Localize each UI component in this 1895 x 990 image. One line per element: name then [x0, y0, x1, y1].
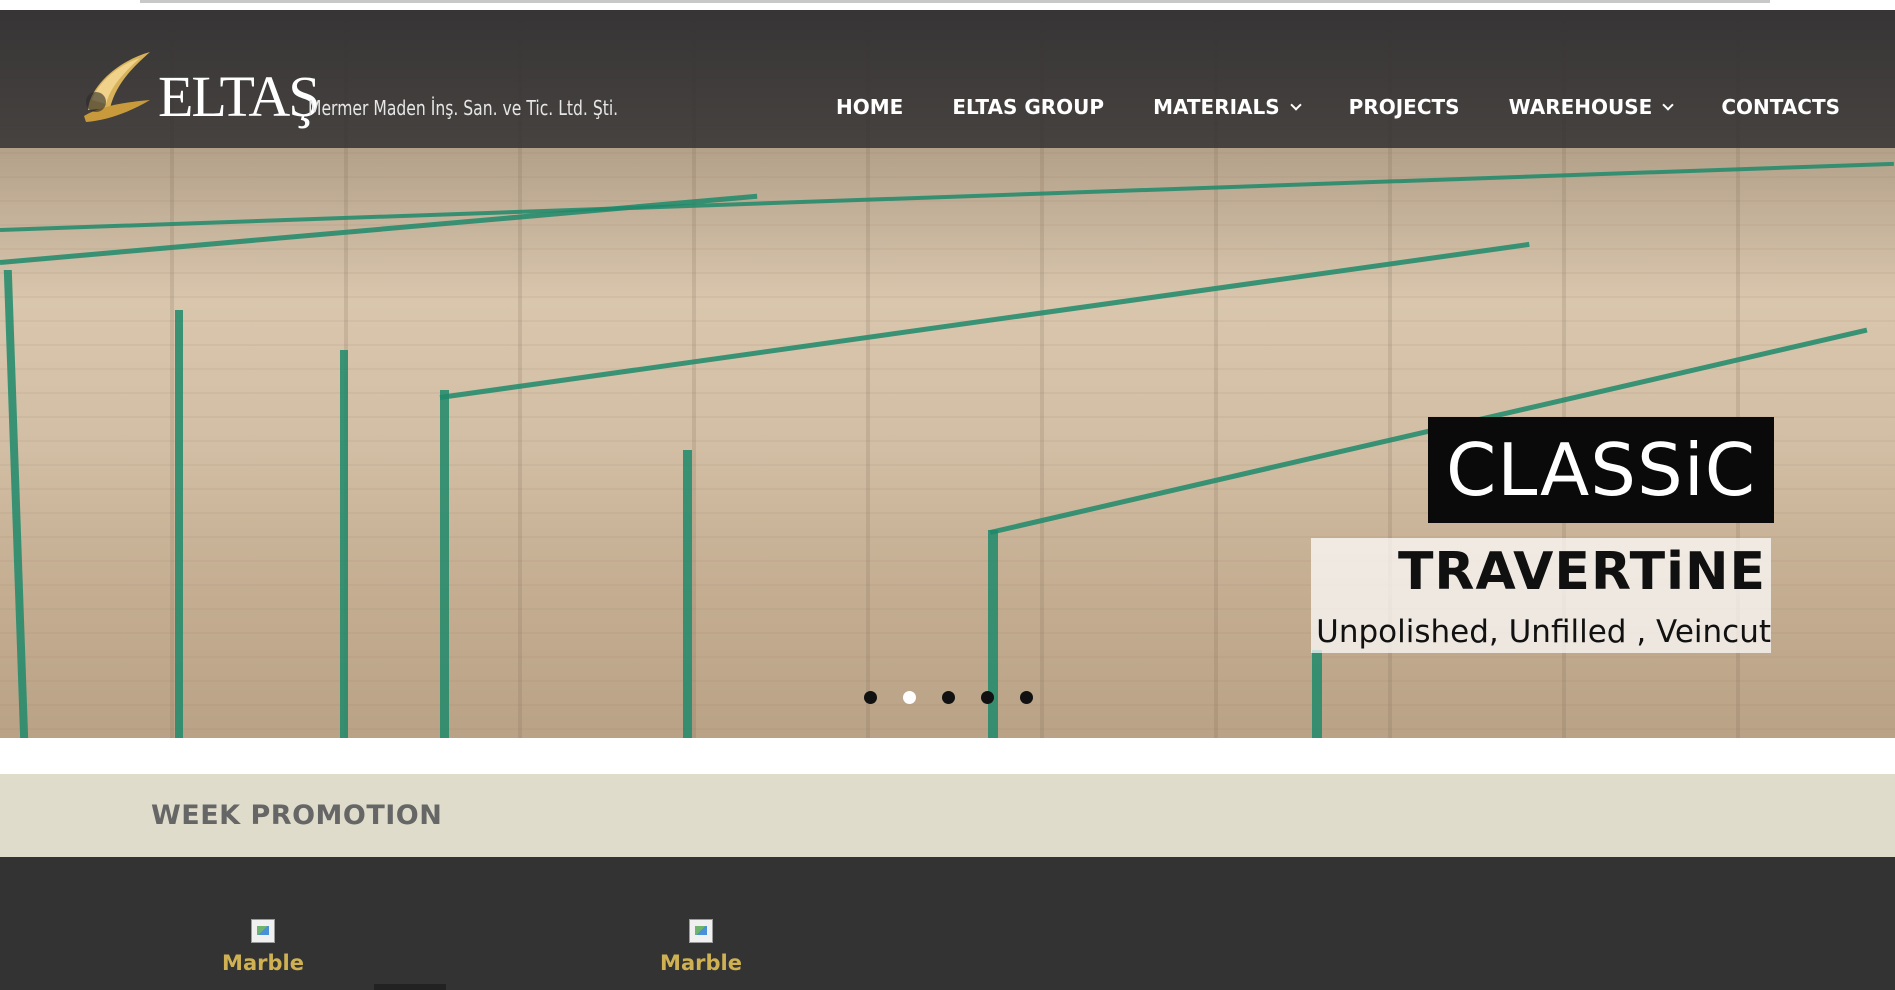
- promo-card-label: Marble: [660, 951, 742, 975]
- strap-decoration: [683, 450, 692, 738]
- nav-warehouse[interactable]: WAREHOUSE: [1508, 95, 1674, 119]
- promo-card[interactable]: Marble: [218, 919, 308, 975]
- nav-label: CONTACTS: [1721, 95, 1841, 119]
- nav-eltas-group[interactable]: ELTAS GROUP: [952, 95, 1104, 119]
- nav-home[interactable]: HOME: [836, 95, 903, 119]
- nav-materials[interactable]: MATERIALS: [1153, 95, 1302, 119]
- main-nav: HOME ELTAS GROUP MATERIALS PROJECTS WARE…: [836, 92, 1840, 122]
- section-title: WEEK PROMOTION: [151, 800, 443, 831]
- broken-image-icon: [251, 919, 275, 943]
- strap-decoration: [175, 310, 183, 738]
- nav-label: MATERIALS: [1153, 95, 1280, 119]
- slider-dot-4[interactable]: [981, 691, 994, 704]
- slide-caption-subtitle: TRAVERTiNE: [1397, 542, 1766, 602]
- nav-contacts[interactable]: CONTACTS: [1721, 95, 1840, 119]
- nav-label: HOME: [836, 95, 904, 119]
- strap-decoration: [1312, 650, 1322, 738]
- slider-dot-5[interactable]: [1020, 691, 1033, 704]
- scroll-tab: [374, 984, 446, 990]
- strap-decoration: [988, 530, 998, 738]
- chevron-down-icon: [1662, 98, 1674, 111]
- strap-decoration: [0, 193, 758, 265]
- strap-decoration: [439, 241, 1530, 400]
- strap-decoration: [3, 270, 29, 738]
- slider-dot-1[interactable]: [864, 691, 877, 704]
- nav-projects[interactable]: PROJECTS: [1349, 95, 1460, 119]
- top-strip: [0, 0, 1895, 10]
- promo-card-label: Marble: [222, 951, 304, 975]
- spacer: [0, 738, 1895, 774]
- slider-pagination: [864, 691, 1059, 704]
- week-promotion-band: WEEK PROMOTION: [0, 774, 1895, 857]
- top-rule: [140, 0, 1770, 3]
- brand-name: ELTAŞ: [158, 64, 320, 129]
- broken-image-icon: [689, 919, 713, 943]
- strap-decoration: [0, 161, 1894, 232]
- nav-label: ELTAS GROUP: [952, 95, 1105, 119]
- slider-dot-2[interactable]: [903, 691, 916, 704]
- slider-dot-3[interactable]: [942, 691, 955, 704]
- wing-logo-icon: [84, 52, 150, 122]
- slide-caption-title: CLASSiC: [1428, 417, 1774, 523]
- site-logo[interactable]: ELTAŞ Mermer Maden İnş. San. ve Tic. Ltd…: [80, 46, 618, 136]
- hero-slider: ELTAŞ Mermer Maden İnş. San. ve Tic. Ltd…: [0, 10, 1895, 738]
- strap-decoration: [440, 390, 449, 738]
- brand-subtitle: Mermer Maden İnş. San. ve Tic. Ltd. Şti.: [308, 96, 619, 120]
- slide-caption-description: Unpolished, Unfilled , Veincut: [1316, 614, 1771, 650]
- promo-card[interactable]: Marble: [656, 919, 746, 975]
- strap-decoration: [340, 350, 348, 738]
- nav-label: WAREHOUSE: [1508, 95, 1653, 119]
- promotion-items: Marble Marble: [0, 857, 1895, 990]
- chevron-down-icon: [1290, 98, 1302, 111]
- nav-label: PROJECTS: [1348, 95, 1460, 119]
